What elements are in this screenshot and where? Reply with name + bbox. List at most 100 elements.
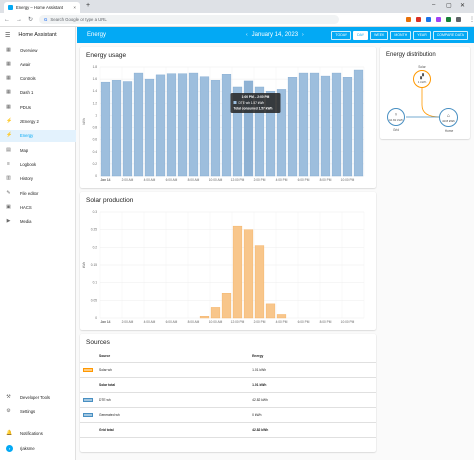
browser-extension-icon[interactable] (416, 17, 422, 22)
reload-icon[interactable]: ↻ (28, 16, 33, 23)
grid-node-value: 42.82 kWh (388, 118, 404, 122)
source-column-header: Source (96, 350, 250, 363)
table-row: Solar wh 1.01 kWh (80, 362, 376, 378)
current-date[interactable]: January 14, 2023 (252, 32, 298, 38)
usage-bar (166, 73, 177, 177)
source-energy: 1.01 kWh (249, 362, 376, 378)
sidebar-item-overview[interactable]: ▦ Overview (0, 44, 76, 56)
sidebar-item-awair[interactable]: ▦ Awair (0, 58, 76, 70)
sidebar-item-history[interactable]: ▥ History (0, 173, 76, 185)
usage-x-tick-label: 4:00 PM (276, 178, 288, 182)
sidebar-item-hacs[interactable]: ▣ HACS (0, 201, 76, 213)
media-icon: ▶ (6, 218, 11, 225)
usage-bar (353, 69, 364, 177)
sidebar-user-profile[interactable]: r rjaksme (0, 442, 76, 454)
period-button-month[interactable]: MONTH (390, 30, 412, 40)
usage-y-tick-label: 0.8 (93, 126, 98, 130)
period-button-year[interactable]: YEAR (413, 30, 431, 40)
browser-extension-icon[interactable] (426, 17, 432, 22)
solar-production-chart[interactable]: 0 0.05 0.1 0.15 0.2 0.25 0.3 kWh Jan 14 2:00 AM 4:… (80, 192, 376, 330)
usage-y-tick-label: 0 (95, 174, 97, 178)
sidebar-item-label: zEnergy 2 (20, 119, 39, 124)
sources-card: Sources Source Energy Solar wh 1.01 kWh So… (80, 334, 376, 452)
solar-x-tick-label: 8:00 PM (320, 320, 332, 324)
solar-node[interactable]: ▞ 1 kWh (413, 70, 431, 88)
next-period-icon[interactable]: › (302, 32, 304, 38)
sidebar-item-label: Controls (20, 76, 36, 82)
browser-extension-icon[interactable] (446, 17, 452, 22)
google-icon: G (44, 17, 48, 22)
energy-distribution-card: Energy distribution Solar ▞ 1 kWh ♆ 42.8… (380, 47, 470, 139)
usage-x-tick-label: 10:00 AM (209, 178, 223, 182)
period-button-week[interactable]: WEEK (370, 30, 389, 40)
chart-icon: ▥ (6, 175, 11, 182)
solar-y-tick-label: 0.05 (91, 298, 97, 302)
close-tab-icon[interactable]: × (73, 5, 76, 10)
sidebar-item-zenergy-2[interactable]: ⚡ zEnergy 2 (0, 116, 76, 128)
browser-extension-icon[interactable] (436, 17, 442, 22)
maximize-window-button[interactable]: ▢ (446, 2, 452, 9)
previous-period-icon[interactable]: ‹ (246, 32, 248, 38)
sidebar-item-map[interactable]: ▤ Map (0, 144, 76, 156)
usage-bar (144, 78, 155, 177)
hamburger-menu-icon[interactable]: ☰ (5, 32, 10, 39)
sidebar-item-energy[interactable]: ⚡ Energy (0, 129, 76, 142)
usage-bar (133, 72, 144, 177)
bell-icon: 🔔 (6, 429, 13, 436)
address-placeholder: Search Google or type a URL (50, 17, 107, 22)
sidebar-header: ☰ Home Assistant (0, 27, 75, 43)
energy-column-header: Energy (249, 350, 376, 363)
gear-icon: ⚙ (6, 407, 11, 414)
sources-table-header: Source Energy (80, 350, 376, 363)
usage-bar (342, 77, 353, 177)
solar-bar (199, 316, 210, 319)
sidebar-item-notifications[interactable]: 🔔 Notifications (0, 427, 76, 439)
usage-y-axis-label: kWh (82, 118, 86, 125)
source-name: Solar wh (96, 362, 250, 378)
sidebar-item-label: Overview (20, 47, 38, 53)
sidebar-item-logbook[interactable]: ≡ Logbook (0, 158, 76, 170)
grid-node-label: Grid (392, 128, 400, 132)
period-button-today[interactable]: TODAY (331, 30, 352, 40)
usage-bar (100, 81, 111, 177)
usage-x-tick-label: 2:00 PM (254, 178, 266, 182)
energy-usage-chart[interactable]: 0 0.2 0.4 0.6 0.8 1 1.2 1.4 1.6 1.8 kWh Jan 14 2:00 … (80, 47, 376, 188)
sidebar-item-media[interactable]: ▶ Media (0, 216, 76, 228)
usage-y-tick-label: 1.6 (93, 77, 98, 81)
usage-x-tick-label: Jan 14 (101, 178, 111, 182)
usage-bar (309, 72, 320, 177)
view-dashboard-icon: ▦ (6, 46, 11, 53)
usage-y-tick-label: 1.8 (93, 65, 98, 69)
period-button-compare-data[interactable]: COMPARE DATA (432, 30, 468, 40)
usage-x-tick-label: 8:00 AM (188, 178, 200, 182)
browser-extension-icon[interactable] (406, 17, 412, 22)
close-window-button[interactable]: ✕ (460, 2, 465, 9)
home-node-label: Home (444, 129, 454, 133)
home-node[interactable]: ⌂ 43.8 kWh (439, 108, 458, 127)
browser-tab[interactable]: Energy – Home Assistant × (4, 2, 80, 13)
forward-icon[interactable]: → (16, 17, 22, 23)
dashboard-icon: ▦ (6, 89, 11, 96)
tooltip-series-value: DTE wh 1.57 kWh (239, 101, 265, 105)
new-tab-button[interactable]: + (86, 2, 90, 9)
period-button-day[interactable]: DAY (353, 30, 369, 40)
chrome-menu-icon[interactable]: ⋮ (469, 16, 474, 23)
address-bar[interactable]: G Search Google or type a URL (39, 15, 340, 24)
sidebar-item-dash-1[interactable]: ▦ Dash 1 (0, 87, 76, 99)
sidebar-item-controls[interactable]: ▦ Controls (0, 73, 76, 85)
sidebar-item-settings[interactable]: ⚙ Settings (0, 405, 76, 417)
back-icon[interactable]: ← (4, 17, 10, 23)
source-name: Generated wh (96, 407, 250, 423)
date-picker: ‹ January 14, 2023 › (242, 32, 308, 38)
usage-bar (221, 74, 232, 177)
browser-toolbar: ← → ↻ G Search Google or type a URL ⋮ (0, 13, 474, 27)
sidebar-item-pdus[interactable]: ▦ PDUs (0, 101, 76, 113)
solar-x-tick-label: 10:00 AM (209, 320, 223, 324)
solar-bar (265, 303, 276, 319)
minimize-window-button[interactable]: – (432, 2, 435, 8)
sidebar-item-file-editor[interactable]: ✎ File editor (0, 187, 76, 199)
sidebar-item-developer-tools[interactable]: ⚒ Developer Tools (0, 391, 76, 403)
grid-node[interactable]: ♆ 42.82 kWh (387, 108, 405, 126)
hammer-icon: ⚒ (6, 393, 11, 400)
browser-extension-icon[interactable] (456, 17, 462, 22)
